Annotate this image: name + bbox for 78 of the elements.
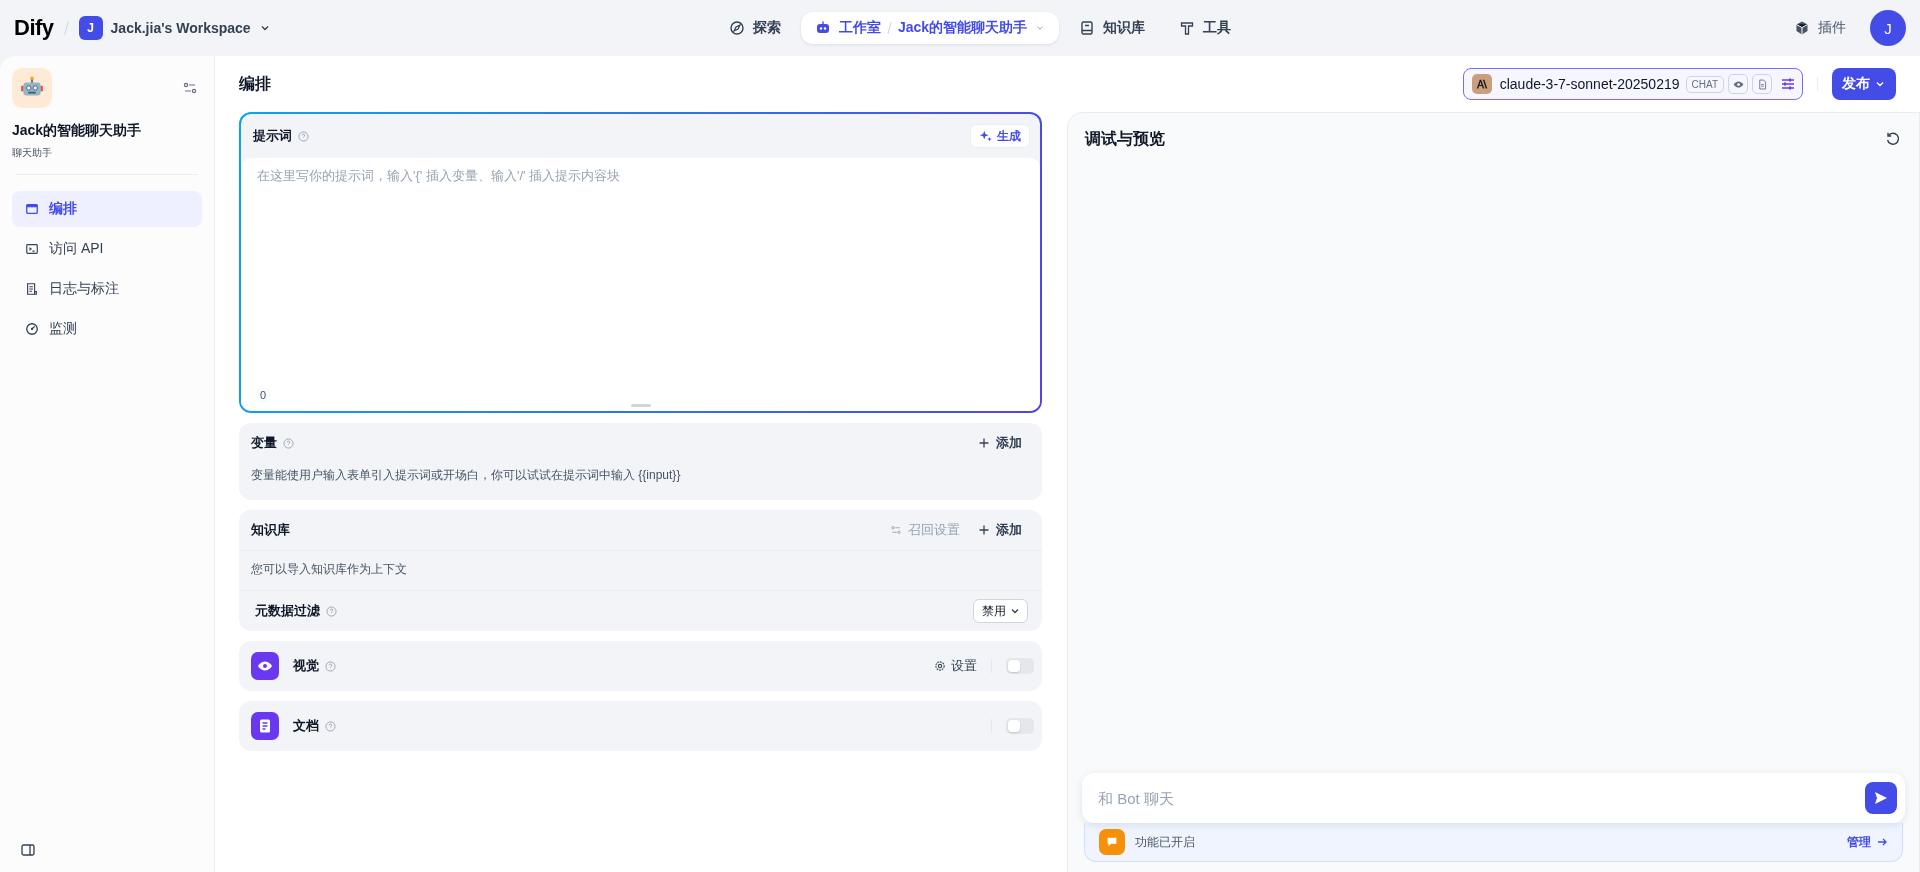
help-icon [325,660,336,672]
generate-button[interactable]: 生成 [970,124,1030,148]
character-count: 0 [255,387,272,403]
sidebar-item[interactable]: 访问 API [12,231,202,267]
nav-tab[interactable]: 工具 [1165,12,1246,44]
feature-title: 文档 [293,717,319,735]
workspace-name: Jack.jia's Workspace [110,20,251,36]
send-button[interactable] [1865,782,1897,814]
metadata-filter-select[interactable]: 禁用 [973,599,1028,623]
toggle-switch[interactable] [1006,718,1034,734]
robot-app-icon [12,68,52,108]
feature-title: 视觉 [293,657,319,675]
sliders-icon[interactable] [1780,76,1796,92]
prompt-editor[interactable]: 在这里写你的提示词，输入'{' 插入变量、输入'/' 插入提示内容块 0 [241,158,1040,411]
app-type: 聊天助手 [12,146,53,160]
current-app-name: Jack的智能聊天助手 [897,19,1028,37]
chat-input-box[interactable]: 和 Bot 聊天 [1082,773,1905,823]
prompt-input[interactable]: 在这里写你的提示词，输入'{' 插入变量、输入'/' 插入提示内容块 [241,158,1040,386]
workspace-avatar: J [78,16,103,40]
sidebar-item[interactable]: 编排 [12,191,202,227]
anthropic-logo-icon [1471,74,1492,94]
help-icon [298,130,309,142]
document-icon [25,282,39,296]
settings-icon [934,660,946,672]
document-icon [251,712,279,740]
add-button[interactable]: 添加 [978,521,1022,539]
terminal-icon [25,242,39,256]
nav-tab[interactable]: 探索 [714,12,795,44]
help-icon [326,605,337,617]
model-mode-tag: CHAT [1685,75,1724,93]
sparkle-icon [979,129,993,143]
sidebar-item[interactable]: 监测 [12,311,202,347]
gauge-icon [25,322,39,336]
section-title: 变量 [251,434,277,452]
section-title: 知识库 [251,521,290,539]
nav-tab[interactable]: 知识库 [1065,12,1160,44]
workspace-switcher[interactable]: J Jack.jia's Workspace [78,16,271,40]
metadata-filter-label: 元数据过滤 [255,602,320,620]
arrow-right-icon [1876,836,1888,848]
toggle-switch[interactable] [1006,658,1034,674]
robot-icon [814,20,831,36]
settings-sliders-icon [890,524,902,536]
publish-button[interactable]: 发布 [1832,68,1896,100]
compass-icon [728,20,745,36]
book-icon [1079,20,1096,36]
eye-icon [251,652,279,680]
page-title: 编排 [239,73,272,94]
model-selector[interactable]: claude-3-7-sonnet-20250219 CHAT [1462,68,1803,100]
logo[interactable]: Dify [14,15,54,41]
window-icon [25,202,39,216]
chat-bubble-icon [1099,829,1125,855]
settings-sliders-icon[interactable] [182,80,198,96]
help-icon [325,720,336,732]
user-avatar[interactable]: J [1870,10,1906,46]
plus-icon [978,437,990,449]
refresh-icon[interactable] [1885,131,1901,147]
cube-icon [1794,20,1810,36]
manage-link[interactable]: 管理 [1847,833,1888,851]
help-icon [283,437,294,449]
file-icon [1752,74,1772,94]
app-name: Jack的智能聊天助手 [12,122,143,140]
variables-hint: 变量能使用户输入表单引入提示词或开场白，你可以试试在提示词中输入 {{input}} [251,467,682,484]
chat-input[interactable]: 和 Bot 聊天 [1096,788,1865,808]
features-status: 功能已开启 [1135,833,1195,851]
plugins-link[interactable]: 插件 [1794,19,1846,37]
sidebar-toggle-icon[interactable] [20,842,36,858]
sidebar-item[interactable]: 日志与标注 [12,271,202,307]
nav-tab[interactable]: 工作室 Jack的智能聊天助手 [800,12,1060,44]
panel-title: 调试与预览 [1085,128,1166,149]
model-name: claude-3-7-sonnet-20250219 [1499,76,1680,92]
settings-button[interactable]: 设置 [934,657,977,675]
resize-handle[interactable] [630,404,651,407]
knowledge-hint: 您可以导入知识库作为上下文 [251,561,408,578]
eye-icon [1728,74,1748,94]
add-button[interactable]: 添加 [978,434,1022,452]
send-icon [1873,790,1889,806]
section-title: 提示词 [253,127,292,145]
plus-icon [978,524,990,536]
